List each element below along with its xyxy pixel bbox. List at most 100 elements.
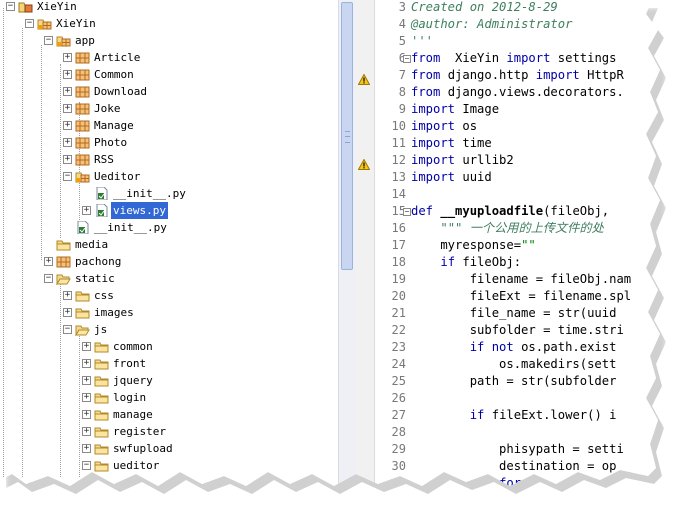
tree-item[interactable]: + Photo [0,134,338,151]
tree-item[interactable]: + front [0,355,338,372]
expand-toggle-icon[interactable]: + [82,410,91,419]
code-line[interactable]: from django.http import HttpR [411,67,624,84]
scrollbar-thumb[interactable] [341,2,353,270]
tree-item-label[interactable]: jquery [111,372,155,389]
expand-toggle-icon[interactable]: + [44,257,53,266]
tree-item-label[interactable]: swfupload [111,440,175,457]
code-line[interactable]: destination = op [411,458,616,475]
tree-item[interactable]: − js [0,321,338,338]
expand-toggle-icon[interactable]: + [63,70,72,79]
tree-item[interactable]: + login [0,389,338,406]
expand-toggle-icon[interactable]: + [82,393,91,402]
tree-item-label[interactable]: Common [92,66,136,83]
tree-item-label[interactable]: XieYin [54,15,98,32]
expand-toggle-icon[interactable]: + [63,291,72,300]
tree-item-label[interactable]: register [111,423,168,440]
tree-item[interactable]: + images [0,304,338,321]
code-line[interactable]: import time [411,135,492,152]
code-line[interactable]: def __myuploadfile(fileObj, [411,203,609,220]
tree-item-label[interactable]: images [92,304,136,321]
code-line[interactable]: file_name = str(uuid [411,305,617,322]
collapse-toggle-icon[interactable]: − [63,172,72,181]
expand-toggle-icon[interactable]: + [63,53,72,62]
expand-toggle-icon[interactable]: + [63,87,72,96]
code-line[interactable]: subfolder = time.stri [411,322,624,339]
tree-item[interactable]: + Common [0,66,338,83]
tree-item-label[interactable]: Download [92,83,149,100]
expand-toggle-icon[interactable]: + [63,138,72,147]
tree-item[interactable]: + pachong [0,253,338,270]
tree-item-label[interactable]: pachong [73,253,123,270]
tree-item-label[interactable]: XieYin [35,0,79,15]
tree-item-label[interactable]: front [111,355,148,372]
collapse-toggle-icon[interactable]: − [6,2,15,11]
fold-toggle-icon[interactable]: − [403,208,411,216]
warning-icon[interactable] [357,155,371,170]
code-line[interactable]: phisypath = setti [411,441,624,458]
code-line[interactable]: if not os.path.exist [411,339,617,356]
tree-item[interactable]: − Ueditor [0,168,338,185]
tree-item-label[interactable]: Joke [92,100,123,117]
tree-item-label[interactable]: js [92,321,109,338]
tree-item-label[interactable]: ueditor [111,457,161,474]
tree-item[interactable]: − XieYin [0,0,338,15]
tree-item-label[interactable]: views.py [111,202,168,219]
tree-item[interactable]: + manage [0,406,338,423]
code-line[interactable]: """ 一个公用的上传文件的处 [411,220,603,237]
code-editor[interactable]: 3456−789101112131415−1617181920212223242… [355,0,660,486]
tree-item[interactable]: − ueditor [0,457,338,474]
fold-toggle-icon[interactable]: − [403,55,411,63]
expand-toggle-icon[interactable]: + [82,342,91,351]
tree-item[interactable]: − XieYin [0,15,338,32]
tree-item-label[interactable]: login [111,389,148,406]
code-line[interactable]: import Image [411,101,499,118]
tree-item[interactable]: + register [0,423,338,440]
expand-toggle-icon[interactable]: + [82,444,91,453]
collapse-toggle-icon[interactable]: − [44,36,53,45]
expand-toggle-icon[interactable]: + [63,104,72,113]
tree-item[interactable]: + Download [0,83,338,100]
code-line[interactable]: ''' [411,33,433,50]
expand-toggle-icon[interactable]: + [82,376,91,385]
tree-item[interactable]: + RSS [0,151,338,168]
tree-item[interactable]: + jquery [0,372,338,389]
tree-item-label[interactable]: Ueditor [92,168,142,185]
tree-item[interactable]: + Joke [0,100,338,117]
tree-item-label[interactable]: Manage [92,117,136,134]
tree-item-label[interactable]: static [73,270,117,287]
code-line[interactable]: import os [411,118,477,135]
code-line[interactable]: from XieYin import settings [411,50,616,67]
collapse-toggle-icon[interactable]: − [63,325,72,334]
code-line[interactable]: @author: Administrator [411,16,572,33]
code-line[interactable]: from django.views.decorators. [411,84,624,101]
expand-toggle-icon[interactable]: + [82,427,91,436]
tree-item[interactable]: + css [0,287,338,304]
tree-item[interactable]: + Manage [0,117,338,134]
code-line[interactable]: import uuid [411,169,492,186]
expand-toggle-icon[interactable]: + [63,155,72,164]
expand-toggle-icon[interactable]: + [63,308,72,317]
tree-item-label[interactable]: common [111,338,155,355]
tree-item[interactable]: + common [0,338,338,355]
tree-item[interactable]: media [0,236,338,253]
tree-item-label[interactable]: app [73,32,97,49]
expand-toggle-icon[interactable]: + [82,359,91,368]
tree-item[interactable]: − app [0,32,338,49]
code-line[interactable]: path = str(subfolder [411,373,617,390]
tree-item-label[interactable]: css [92,287,116,304]
tree-item-label[interactable]: manage [111,406,155,423]
code-line[interactable]: if fileObj: [411,254,521,271]
tree-item[interactable]: + views.py [0,202,338,219]
tree-item[interactable]: − static [0,270,338,287]
tree-item[interactable]: + Article [0,49,338,66]
code-line[interactable]: import urllib2 [411,152,514,169]
tree-item-label[interactable]: __init__.py [111,185,188,202]
collapse-toggle-icon[interactable]: − [44,274,53,283]
tree-item[interactable]: __init__.py [0,185,338,202]
code-line[interactable]: myresponse="" [411,237,535,254]
code-line[interactable]: fileExt = filename.spl [411,288,631,305]
tree-item-label[interactable]: media [73,236,110,253]
code-line[interactable]: if fileExt.lower() i [411,407,617,424]
tree-item-label[interactable]: RSS [92,151,116,168]
collapse-toggle-icon[interactable]: − [82,461,91,470]
